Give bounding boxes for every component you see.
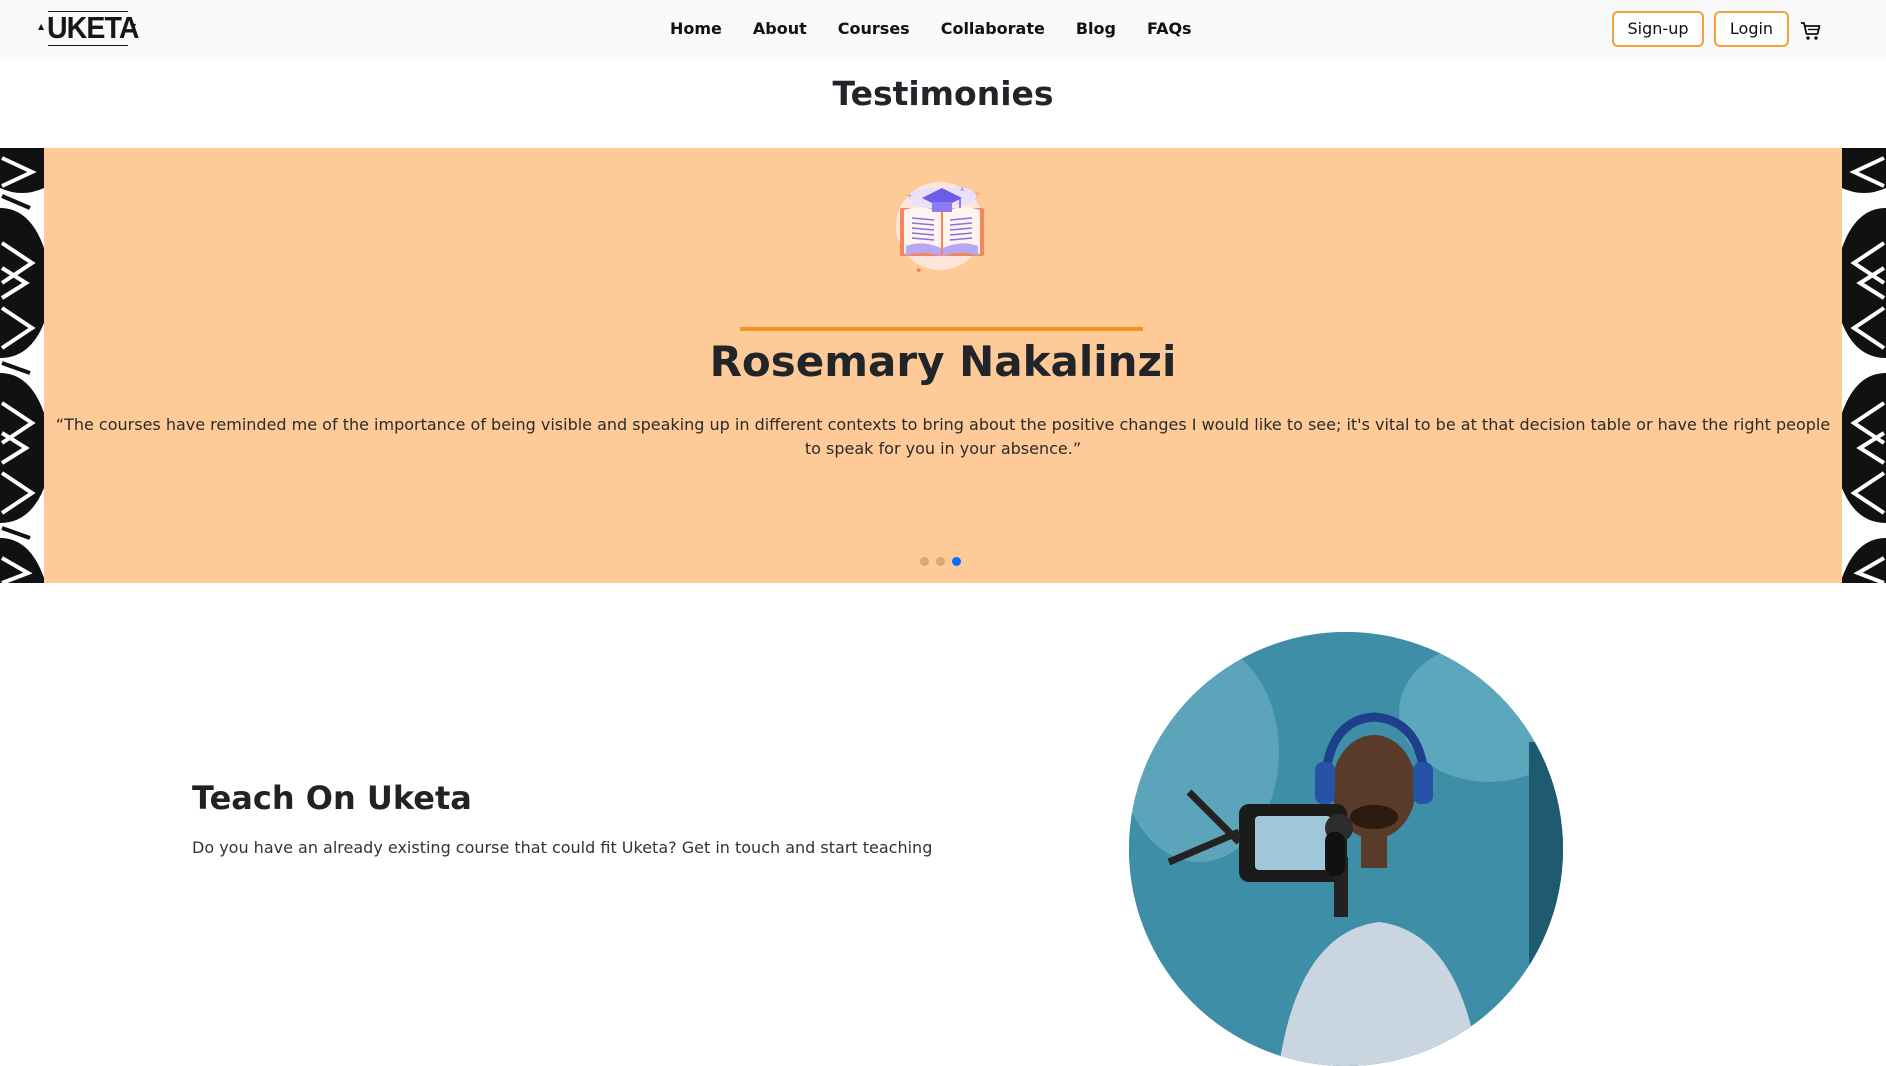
svg-text:+: + [906, 191, 913, 200]
logo-bottom-line [48, 45, 128, 46]
navbar: ▲ UKETA ▼ Home About Courses Collaborate… [0, 0, 1886, 59]
instructor-photo-drawing [1129, 632, 1563, 1066]
nav-link-collaborate[interactable]: Collaborate [941, 19, 1045, 39]
graduation-book-icon: + + ◆ ▲ [896, 182, 984, 274]
logo-triangle-down-icon: ▼ [130, 22, 137, 31]
testimony-name: Rosemary Nakalinzi [709, 337, 1177, 386]
svg-text:◆: ◆ [916, 266, 922, 274]
logo-text: UKETA [47, 10, 139, 45]
cart-icon[interactable] [1800, 20, 1822, 42]
testimony-quote: “The courses have reminded me of the imp… [55, 415, 1831, 458]
instructor-with-headphones-photo [1129, 632, 1563, 1066]
name-accent-bar [740, 327, 1143, 331]
carousel-dot-2[interactable] [936, 557, 945, 566]
carousel-dot-1[interactable] [920, 557, 929, 566]
nav-link-home[interactable]: Home [670, 19, 722, 39]
carousel-indicators [920, 557, 961, 566]
carousel-dot-3-active[interactable] [952, 557, 961, 566]
testimonies-title: Testimonies [832, 74, 1054, 113]
uketa-logo[interactable]: ▲ UKETA ▼ [38, 8, 139, 50]
svg-text:+: + [974, 189, 981, 198]
svg-text:▲: ▲ [960, 185, 965, 192]
logo-triangle-icon: ▲ [38, 22, 45, 31]
nav-link-about[interactable]: About [753, 19, 807, 39]
nav-links: Home About Courses Collaborate Blog FAQs [670, 19, 1223, 39]
nav-link-faqs[interactable]: FAQs [1147, 19, 1192, 39]
login-button[interactable]: Login [1714, 11, 1789, 47]
teach-description: Do you have an already existing course t… [192, 838, 933, 857]
testimony-carousel: + + ◆ ▲ Rosemary Nakalinzi “The courses … [0, 148, 1886, 583]
nav-link-courses[interactable]: Courses [838, 19, 910, 39]
nav-link-blog[interactable]: Blog [1076, 19, 1116, 39]
signup-button[interactable]: Sign-up [1612, 11, 1704, 47]
teach-title: Teach On Uketa [192, 779, 472, 817]
